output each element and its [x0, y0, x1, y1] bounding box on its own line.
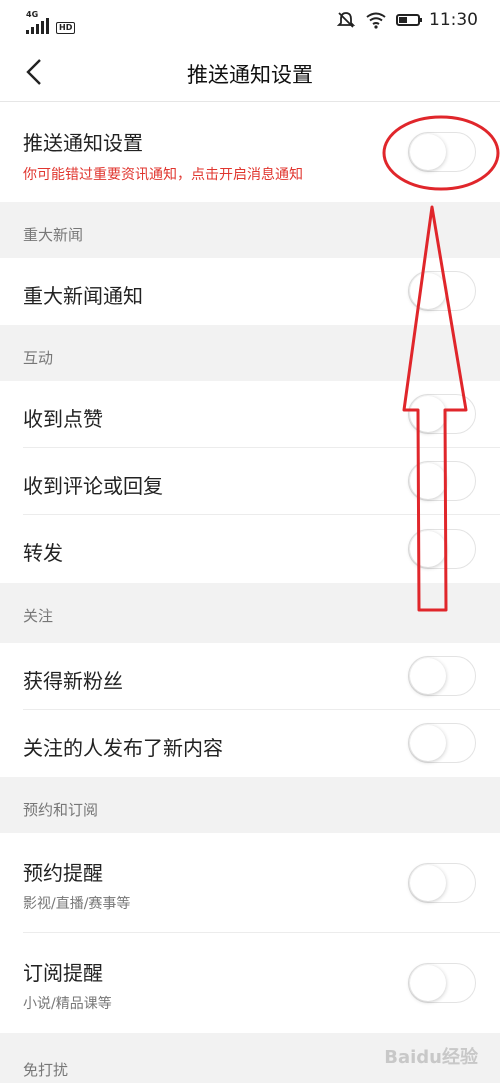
list-item-sublabel: 小说/精品课等: [23, 996, 112, 1012]
list-item-likes: 收到点赞: [0, 381, 500, 448]
list-item-reservation-reminder: 预约提醒 影视/直播/赛事等: [0, 833, 500, 933]
list-item-label: 收到评论或回复: [23, 474, 163, 498]
signal-icon: [26, 18, 49, 34]
list-item-label: 收到点赞: [23, 407, 103, 431]
clock: 11:30: [429, 10, 478, 30]
reservation-reminder-toggle[interactable]: [408, 863, 476, 903]
list-item-subscription-reminder: 订阅提醒 小说/精品课等: [0, 933, 500, 1033]
section-title: 关注: [23, 607, 54, 625]
list-item-label: 转发: [23, 541, 63, 565]
section-header-interaction: 互动: [0, 325, 500, 381]
signal-area: 4G HD: [26, 10, 76, 34]
section-header-reservations: 预约和订阅: [0, 777, 500, 833]
major-news-toggle[interactable]: [408, 271, 476, 311]
toggle-knob: [410, 865, 446, 901]
toggle-knob: [410, 134, 446, 170]
hd-badge: HD: [56, 22, 76, 34]
list-item-followed-posts: 关注的人发布了新内容: [0, 710, 500, 777]
master-notification-row: 推送通知设置 你可能错过重要资讯通知，点击开启消息通知: [0, 102, 500, 202]
list-item-label: 获得新粉丝: [23, 669, 123, 693]
section-title: 免打扰: [23, 1061, 69, 1079]
section-title: 预约和订阅: [23, 801, 99, 819]
toggle-knob: [410, 725, 446, 761]
nav-bar: 推送通知设置: [0, 42, 500, 102]
list-item-new-followers: 获得新粉丝: [0, 643, 500, 710]
battery-icon: [396, 14, 422, 26]
list-item-major-news: 重大新闻通知: [0, 258, 500, 325]
section-header-major-news: 重大新闻: [0, 202, 500, 258]
new-followers-toggle[interactable]: [408, 656, 476, 696]
toggle-knob: [410, 965, 446, 1001]
section-header-follow: 关注: [0, 583, 500, 643]
followed-posts-toggle[interactable]: [408, 723, 476, 763]
list-item-comments: 收到评论或回复: [0, 448, 500, 515]
section-title: 重大新闻: [23, 226, 84, 244]
mute-bell-icon: [336, 12, 356, 28]
list-item-label: 预约提醒: [23, 861, 103, 885]
master-notification-label: 推送通知设置: [23, 131, 143, 155]
toggle-knob: [410, 531, 446, 567]
list-item-label: 重大新闻通知: [23, 284, 143, 308]
list-item-reposts: 转发: [0, 515, 500, 583]
toggle-knob: [410, 658, 446, 694]
toggle-knob: [410, 463, 446, 499]
list-item-label: 关注的人发布了新内容: [23, 736, 223, 760]
wifi-icon: [366, 12, 386, 29]
status-bar: 4G HD 11:30: [0, 0, 500, 42]
master-notification-toggle[interactable]: [408, 132, 476, 172]
reposts-toggle[interactable]: [408, 529, 476, 569]
network-type: 4G: [26, 10, 39, 19]
list-item-label: 订阅提醒: [23, 961, 103, 985]
comments-toggle[interactable]: [408, 461, 476, 501]
toggle-knob: [410, 396, 446, 432]
subscription-reminder-toggle[interactable]: [408, 963, 476, 1003]
section-title: 互动: [23, 349, 54, 367]
notification-warning: 你可能错过重要资讯通知，点击开启消息通知: [23, 167, 303, 183]
toggle-knob: [410, 273, 446, 309]
list-item-sublabel: 影视/直播/赛事等: [23, 896, 131, 912]
watermark: Baidu经验: [384, 1047, 478, 1068]
page-title: 推送通知设置: [187, 63, 313, 87]
status-right: 11:30: [336, 10, 478, 30]
likes-toggle[interactable]: [408, 394, 476, 434]
